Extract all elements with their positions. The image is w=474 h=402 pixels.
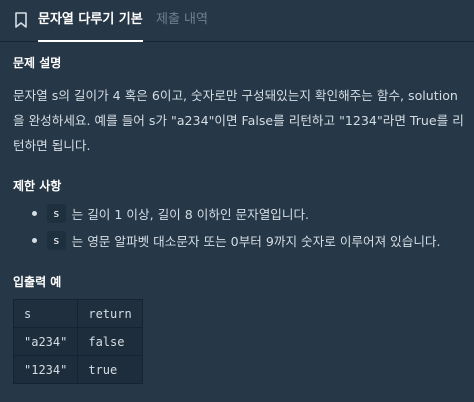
tab-submissions-label: 제출 내역 (156, 12, 208, 27)
examples-title: 입출력 예 (13, 275, 62, 289)
bullet-dot (32, 210, 37, 216)
table-row: "1234" true (12, 355, 144, 384)
tab-submissions[interactable]: 제출 내역 (156, 0, 208, 41)
bookmark-icon[interactable] (14, 10, 28, 30)
constraint-text: 는 길이 1 이상, 길이 8 이하인 문자열입니다. (71, 206, 310, 222)
table-cell: "1234" (12, 355, 79, 384)
constraint-item: s 는 길이 1 이상, 길이 8 이하인 문자열입니다. (32, 203, 309, 223)
problem-page: 문자열 다루기 기본 제출 내역 문제 설명 문자열 s의 길이가 4 혹은 6… (0, 0, 474, 402)
tab-bar: 문자열 다루기 기본 제출 내역 (0, 0, 474, 42)
problem-description-title: 문제 설명 (13, 56, 62, 70)
table-header-row: s return (12, 299, 144, 328)
constraints-title: 제한 사항 (13, 179, 62, 193)
constraint-code: s (47, 230, 66, 250)
table-header-cell: s (12, 299, 79, 328)
tab-problem[interactable]: 문자열 다루기 기본 (38, 0, 143, 42)
constraint-item: s 는 영문 알파벳 대소문자 또는 0부터 9까지 숫자로 이루어져 있습니다… (32, 230, 441, 250)
table-row: "a234" false (12, 327, 144, 356)
problem-content: 문제 설명 문자열 s의 길이가 4 혹은 6이고, 숫자로만 구성돼있는지 확… (0, 42, 474, 402)
problem-description-text: 문자열 s의 길이가 4 혹은 6이고, 숫자로만 구성돼있는지 확인해주는 함… (13, 88, 464, 153)
tab-problem-label: 문자열 다루기 기본 (38, 12, 143, 27)
table-cell: "a234" (12, 327, 79, 356)
examples-table: s return "a234" false "1234" true (12, 299, 144, 384)
table-cell: true (77, 355, 144, 384)
table-header-cell: return (77, 299, 144, 328)
constraint-code: s (47, 203, 66, 223)
table-cell: false (77, 327, 144, 356)
bullet-dot (32, 237, 37, 243)
constraint-text: 는 영문 알파벳 대소문자 또는 0부터 9까지 숫자로 이루어져 있습니다. (71, 233, 441, 249)
